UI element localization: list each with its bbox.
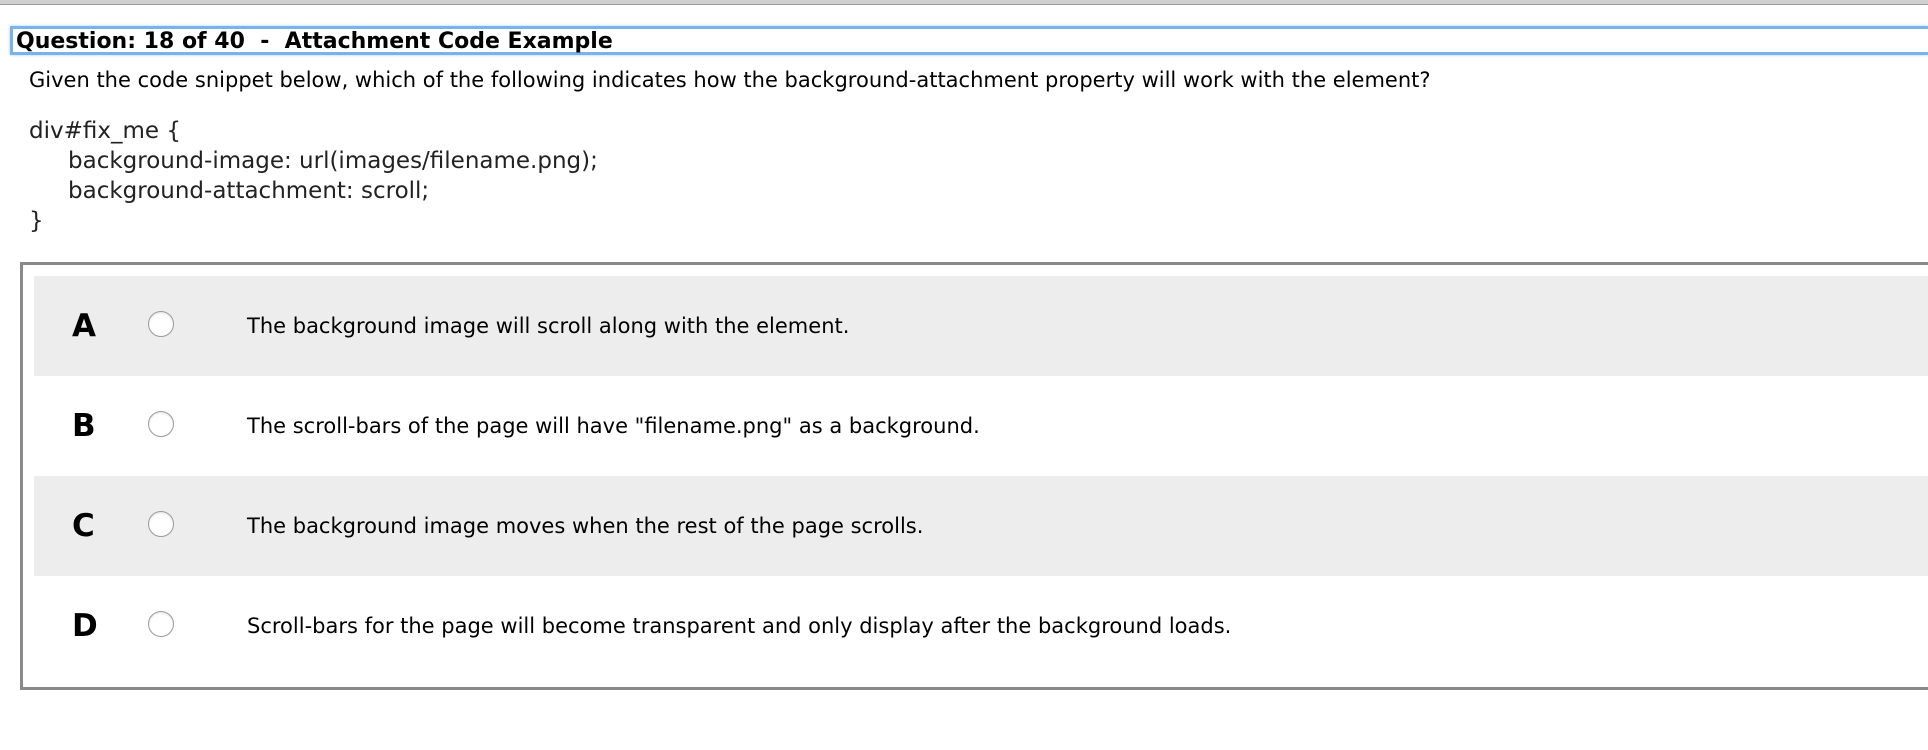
code-line: background-image: url(images/filename.pn…: [68, 148, 598, 174]
code-line: }: [29, 208, 44, 234]
option-text: Scroll-bars for the page will become tra…: [247, 614, 1232, 638]
top-divider: [0, 0, 1928, 5]
answer-option-d[interactable]: D Scroll-bars for the page will become t…: [34, 576, 1928, 676]
code-line: div#fix_me {: [29, 118, 181, 144]
radio-button[interactable]: [148, 511, 174, 537]
option-letter: D: [72, 608, 98, 644]
option-text: The background image moves when the rest…: [247, 514, 924, 538]
answer-option-b[interactable]: B The scroll-bars of the page will have …: [34, 376, 1928, 476]
answer-option-a[interactable]: A The background image will scroll along…: [34, 276, 1928, 376]
radio-button[interactable]: [148, 411, 174, 437]
option-text: The background image will scroll along w…: [247, 314, 850, 338]
radio-button[interactable]: [148, 311, 174, 337]
option-letter: A: [72, 308, 96, 344]
code-snippet: div#fix_me { background-image: url(image…: [29, 116, 598, 236]
radio-button[interactable]: [148, 611, 174, 637]
option-text: The scroll-bars of the page will have "f…: [247, 414, 980, 438]
code-line: background-attachment: scroll;: [68, 178, 430, 204]
question-title-bar: Question: 18 of 40 - Attachment Code Exa…: [10, 26, 1928, 55]
option-letter: C: [72, 508, 95, 544]
option-letter: B: [72, 408, 96, 444]
answer-option-c[interactable]: C The background image moves when the re…: [34, 476, 1928, 576]
question-prompt: Given the code snippet below, which of t…: [29, 68, 1431, 92]
question-title: Question: 18 of 40 - Attachment Code Exa…: [16, 29, 613, 54]
answer-options-panel: A The background image will scroll along…: [20, 262, 1928, 690]
